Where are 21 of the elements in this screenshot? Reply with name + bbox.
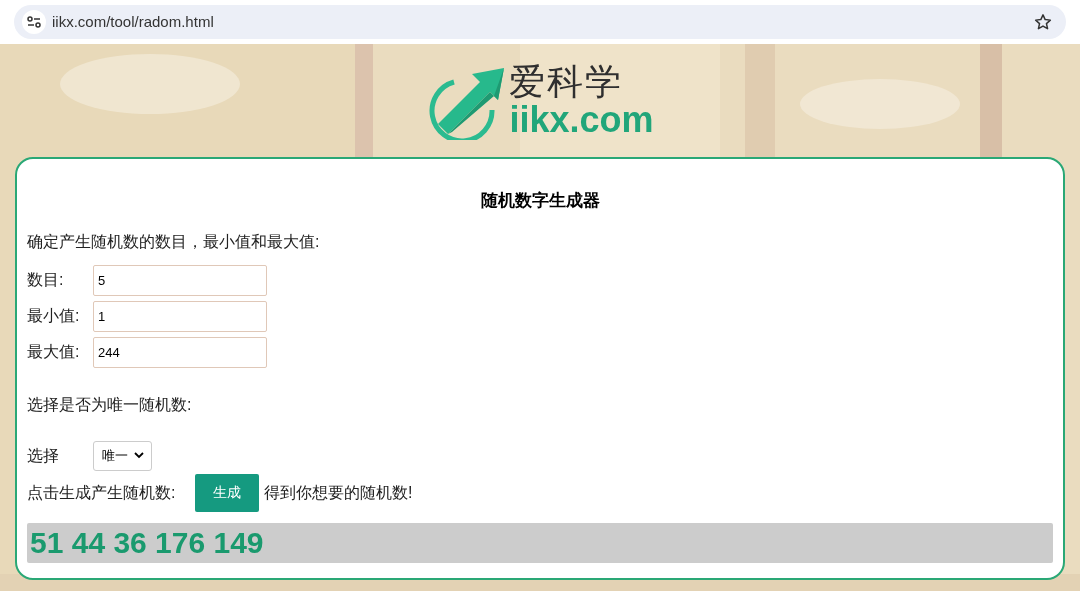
input-field[interactable]: 5	[93, 264, 267, 296]
site-settings-icon[interactable]	[22, 10, 46, 34]
generate-hint: 得到你想要的随机数!	[264, 482, 413, 503]
generate-button[interactable]: 生成	[195, 473, 259, 512]
input-field[interactable]: 244	[93, 336, 267, 368]
select-label: 选择	[27, 445, 60, 466]
field-label: 最大值:	[27, 342, 81, 362]
result-numbers: 51 44 36 176 149	[30, 525, 264, 561]
address-bar[interactable]: iikx.com/tool/radom.html	[14, 5, 1066, 39]
tool-title: 随机数字生成器	[480, 191, 600, 210]
unique-prompt: 选择是否为唯一随机数:	[27, 395, 192, 413]
chevron-down-icon	[134, 452, 144, 459]
input-field[interactable]: 1	[93, 300, 267, 332]
logo-domain: iikx.com	[509, 101, 654, 138]
field-label: 数目:	[27, 270, 65, 290]
unique-dropdown[interactable]: 唯一	[93, 440, 152, 471]
logo-name: 爱科学	[509, 63, 625, 100]
bookmark-star-icon[interactable]	[1034, 13, 1052, 31]
intro-text: 确定产生随机数的数目，最小值和最大值:	[27, 232, 320, 250]
generate-prompt: 点击生成产生随机数:	[27, 482, 177, 503]
field-label: 最小值:	[27, 306, 81, 326]
